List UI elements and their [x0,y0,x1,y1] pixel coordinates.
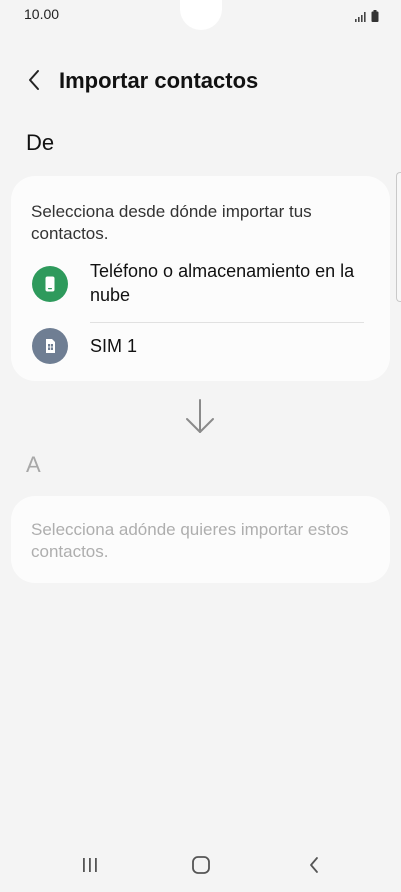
phone-icon [32,266,68,302]
header: Importar contactos [0,62,401,102]
divider [90,322,364,323]
source-hint: Selecciona desde dónde importar tus cont… [31,202,312,243]
home-icon [191,855,211,880]
recents-button[interactable] [70,850,110,884]
back-nav-button[interactable] [294,850,334,884]
recents-icon [81,857,99,878]
destination-card[interactable]: Selecciona adónde quieres importar estos… [11,496,390,583]
screen: 10.00 Importar contactos De Selecciona d… [0,0,401,892]
chevron-left-icon [27,69,41,96]
sim-card-icon [32,328,68,364]
option-label: SIM 1 [90,336,138,356]
option-phone-or-cloud[interactable]: Teléfono o almacenamiento en la nube [11,260,390,322]
home-button[interactable] [181,850,221,884]
destination-hint: Selecciona adónde quieres importar estos… [31,520,349,561]
status-bar: 10.00 [0,0,401,30]
arrow-down-icon [184,398,216,436]
camera-notch [180,0,222,30]
battery-icon [371,9,379,27]
page-title: Importar contactos [59,68,259,93]
signal-icon [355,9,367,27]
back-button[interactable] [18,64,50,100]
source-card: Selecciona desde dónde importar tus cont… [11,176,390,381]
navigation-bar [0,842,401,892]
option-sim-1[interactable]: SIM 1 [11,326,390,376]
option-label: Teléfono o almacenamiento en la nube [90,261,355,305]
section-label-to: A [26,452,41,477]
status-time: 10.00 [24,6,60,22]
back-icon [308,856,320,879]
edge-panel-handle[interactable] [396,172,401,302]
section-label-from: De [26,130,55,155]
status-icons [355,9,379,27]
